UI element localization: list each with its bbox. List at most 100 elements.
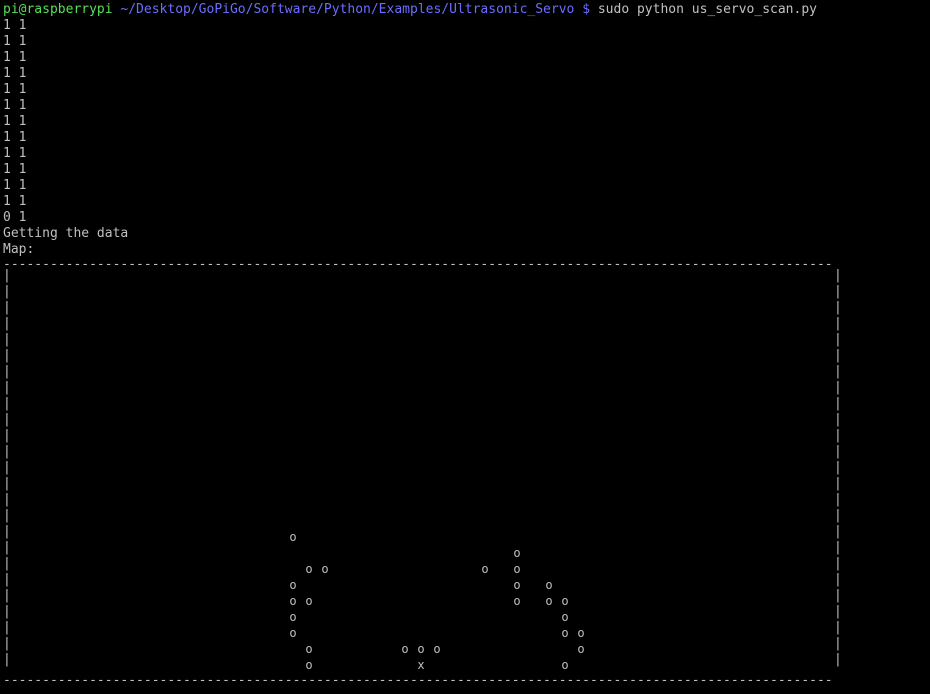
obstacle-point: o [513, 546, 521, 560]
map-left-border: | [3, 412, 11, 427]
obstacle-point: o [289, 530, 297, 544]
map-right-border: | [834, 444, 842, 459]
output-line: 1 1 [3, 146, 27, 161]
map-right-border: | [834, 476, 842, 491]
map-top-border: ----------------------------------------… [3, 257, 833, 272]
map-left-border: | [3, 396, 11, 411]
prompt-command: sudo python us_servo_scan.py [597, 2, 817, 17]
output-line: 1 1 [3, 114, 27, 129]
obstacle-point: o [577, 642, 585, 656]
obstacle-point: o [289, 626, 297, 640]
map-left-border: | [3, 348, 11, 363]
output-line: Map: [3, 242, 35, 257]
obstacle-point: o [305, 642, 313, 656]
obstacle-point: o [401, 642, 409, 656]
map-right-border: | [834, 348, 842, 363]
map-right-border: | [834, 652, 842, 667]
partial-line [0, 688, 930, 694]
obstacle-point: o [561, 626, 569, 640]
map-right-border: | [834, 508, 842, 523]
obstacle-point: o [561, 610, 569, 624]
output-line: 1 1 [3, 178, 27, 193]
prompt-symbol: $ [582, 2, 591, 17]
obstacle-point: o [577, 626, 585, 640]
obstacle-point: o [289, 578, 297, 592]
map-right-border: | [834, 428, 842, 443]
obstacle-point: o [289, 594, 297, 608]
map-right-border: | [834, 364, 842, 379]
map-left-border: | [3, 284, 11, 299]
map-right-border: | [834, 380, 842, 395]
output-line: 1 1 [3, 130, 27, 145]
map-right-border: | [834, 588, 842, 603]
obstacle-point: o [321, 562, 329, 576]
output-line: 1 1 [3, 34, 27, 49]
map-left-border: | [3, 364, 11, 379]
output-line: 0 1 [3, 210, 27, 225]
map-left-border: | [3, 492, 11, 507]
map-right-border: | [834, 332, 842, 347]
map-right-border: | [834, 636, 842, 651]
map-right-border: | [834, 316, 842, 331]
map-right-border: | [834, 412, 842, 427]
obstacle-point: o [561, 658, 569, 672]
output-line: Getting the data [3, 226, 129, 241]
obstacle-point: o [417, 642, 425, 656]
map-right-border: | [834, 284, 842, 299]
map-right-border: | [834, 540, 842, 555]
prompt-line: pi@raspberrypi ~/Desktop/GoPiGo/Software… [3, 2, 817, 18]
map-right-border: | [834, 492, 842, 507]
map-left-border: | [3, 428, 11, 443]
map-left-border: | [3, 604, 11, 619]
map-right-border: | [834, 460, 842, 475]
map-left-border: | [3, 588, 11, 603]
map-left-border: | [3, 636, 11, 651]
output-line: 1 1 [3, 18, 27, 33]
map-left-border: | [3, 444, 11, 459]
map-left-border: | [3, 380, 11, 395]
terminal-window[interactable]: pi@raspberrypi ~/Desktop/GoPiGo/Software… [0, 0, 930, 694]
obstacle-point: o [289, 610, 297, 624]
map-right-border: | [834, 604, 842, 619]
output-line: 1 1 [3, 194, 27, 209]
map-left-border: | [3, 332, 11, 347]
output-line: 1 1 [3, 50, 27, 65]
map-right-border: | [834, 572, 842, 587]
obstacle-point: o [513, 594, 521, 608]
map-left-border: | [3, 572, 11, 587]
map-left-border: | [3, 508, 11, 523]
map-left-border: | [3, 540, 11, 555]
map-right-border: | [834, 620, 842, 635]
output-line: 1 1 [3, 162, 27, 177]
map-right-border: | [834, 556, 842, 571]
map-left-border: | [3, 524, 11, 539]
obstacle-point: o [545, 594, 553, 608]
prompt-path: ~/Desktop/GoPiGo/Software/Python/Example… [120, 2, 575, 17]
map-left-border: | [3, 556, 11, 571]
robot-marker: x [417, 658, 425, 672]
map-bottom-border: ----------------------------------------… [3, 673, 833, 688]
output-line: 1 1 [3, 98, 27, 113]
map-left-border: | [3, 476, 11, 491]
obstacle-point: o [305, 562, 313, 576]
map-left-border: | [3, 316, 11, 331]
prompt-user-host: pi@raspberrypi [3, 2, 113, 17]
map-right-border: | [834, 268, 842, 283]
map-right-border: | [834, 524, 842, 539]
map-left-border: | [3, 620, 11, 635]
map-right-border: | [834, 300, 842, 315]
obstacle-point: o [513, 578, 521, 592]
map-left-border: | [3, 300, 11, 315]
output-line: 1 1 [3, 82, 27, 97]
map-left-border: | [3, 460, 11, 475]
map-left-border: | [3, 268, 11, 283]
obstacle-point: o [481, 562, 489, 576]
obstacle-point: o [305, 658, 313, 672]
obstacle-point: o [433, 642, 441, 656]
obstacle-point: o [561, 594, 569, 608]
map-right-border: | [834, 396, 842, 411]
map-left-border: | [3, 652, 11, 667]
obstacle-point: o [513, 562, 521, 576]
obstacle-point: o [305, 594, 313, 608]
obstacle-point: o [545, 578, 553, 592]
